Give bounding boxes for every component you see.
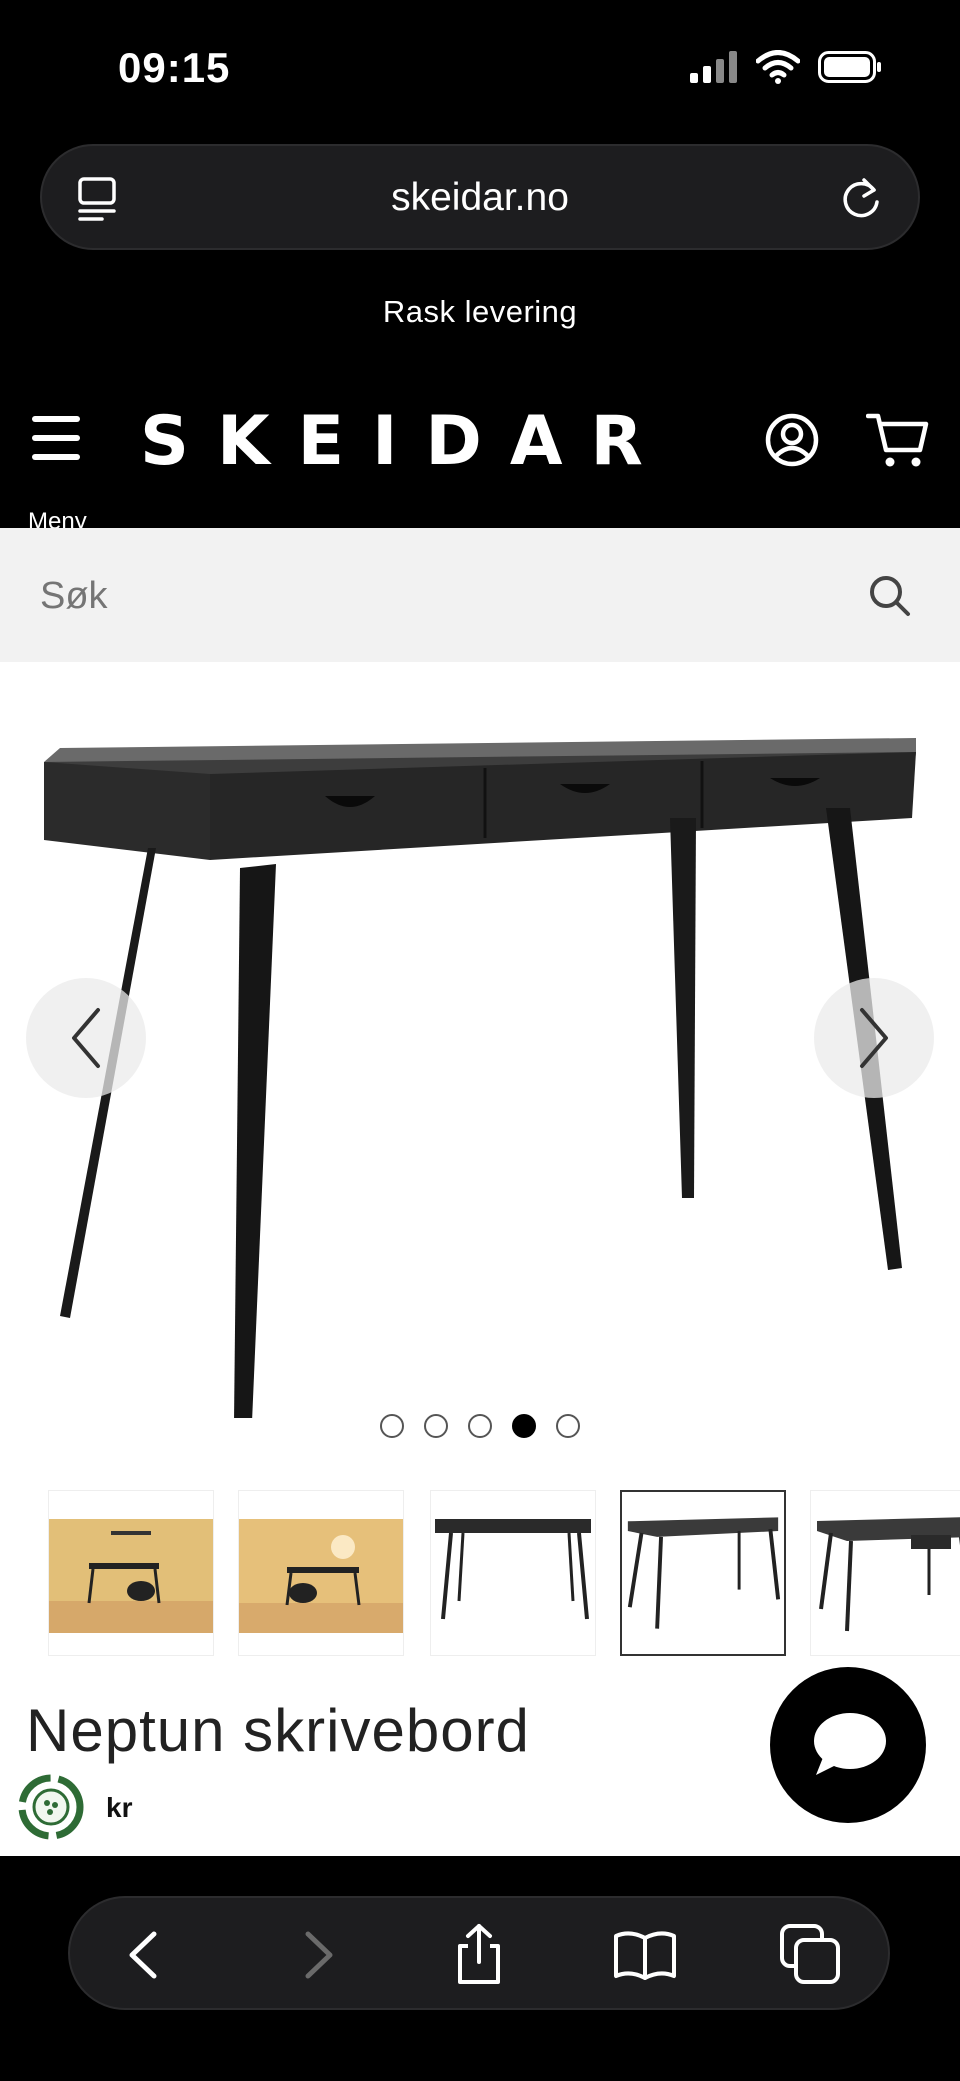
user-icon xyxy=(765,413,819,467)
cart-icon xyxy=(865,413,929,467)
toolbar-pill xyxy=(68,1896,890,2010)
address-bar[interactable]: skeidar.no xyxy=(40,144,920,250)
gallery-prev-button[interactable] xyxy=(26,978,146,1098)
pagination-dot-active[interactable] xyxy=(512,1414,536,1438)
product-title: Neptun skrivebord xyxy=(26,1697,530,1764)
forward-icon[interactable] xyxy=(282,1922,348,1988)
thumbnail-image xyxy=(627,1517,781,1629)
cart-button[interactable] xyxy=(865,410,934,474)
status-icons xyxy=(690,50,882,84)
chevron-right-icon xyxy=(860,1008,888,1068)
promo-text: Rask levering xyxy=(382,294,578,329)
promo-banner: Rask levering xyxy=(0,270,960,380)
thumbnail-image xyxy=(239,1519,403,1633)
thumbnail-image xyxy=(49,1519,213,1633)
chevron-left-icon xyxy=(72,1008,100,1068)
status-time: 09:15 xyxy=(118,44,231,91)
pagination-dot[interactable] xyxy=(556,1414,580,1438)
eco-badge-icon xyxy=(18,1774,84,1840)
search-input[interactable] xyxy=(40,566,820,626)
hamburger-icon xyxy=(32,416,80,460)
browser-address-area: skeidar.no xyxy=(0,130,960,270)
tabs-icon[interactable] xyxy=(778,1922,844,1988)
signal-icon xyxy=(690,51,737,83)
share-icon[interactable] xyxy=(446,1922,512,1988)
wifi-icon xyxy=(756,50,800,84)
thumbnail-2[interactable] xyxy=(238,1490,404,1656)
browser-toolbar xyxy=(0,1856,960,2081)
menu-button[interactable]: Meny xyxy=(28,414,96,535)
account-button[interactable] xyxy=(764,412,824,472)
battery-icon xyxy=(818,51,881,83)
chat-bubble-icon xyxy=(814,1713,886,1775)
pagination-dot[interactable] xyxy=(380,1414,404,1438)
thumbnail-3[interactable] xyxy=(430,1490,596,1656)
thumbnail-image xyxy=(817,1517,960,1632)
search-icon[interactable] xyxy=(868,574,912,618)
thumbnail-strip xyxy=(0,1490,960,1658)
thumbnail-image xyxy=(435,1519,591,1620)
product-image xyxy=(44,738,916,1418)
chat-button[interactable] xyxy=(770,1667,926,1823)
thumbnail-4-selected[interactable] xyxy=(620,1490,786,1656)
site-logo[interactable]: SKEIDAR xyxy=(140,402,671,481)
pagination-dot[interactable] xyxy=(468,1414,492,1438)
gallery-next-button[interactable] xyxy=(814,978,934,1098)
thumbnail-5[interactable] xyxy=(810,1490,960,1656)
pagination-dot[interactable] xyxy=(424,1414,448,1438)
site-header: Meny SKEIDAR xyxy=(0,380,960,535)
price-text: kr xyxy=(106,1792,133,1823)
search-bar xyxy=(0,528,960,662)
back-icon[interactable] xyxy=(114,1922,180,1988)
url-text[interactable]: skeidar.no xyxy=(42,176,918,220)
bookmarks-icon[interactable] xyxy=(612,1922,678,1988)
reload-icon[interactable] xyxy=(840,176,884,222)
product-gallery[interactable] xyxy=(0,662,960,1462)
gallery-pagination xyxy=(380,1414,580,1438)
thumbnail-1[interactable] xyxy=(48,1490,214,1656)
status-bar: 09:15 xyxy=(0,0,960,130)
